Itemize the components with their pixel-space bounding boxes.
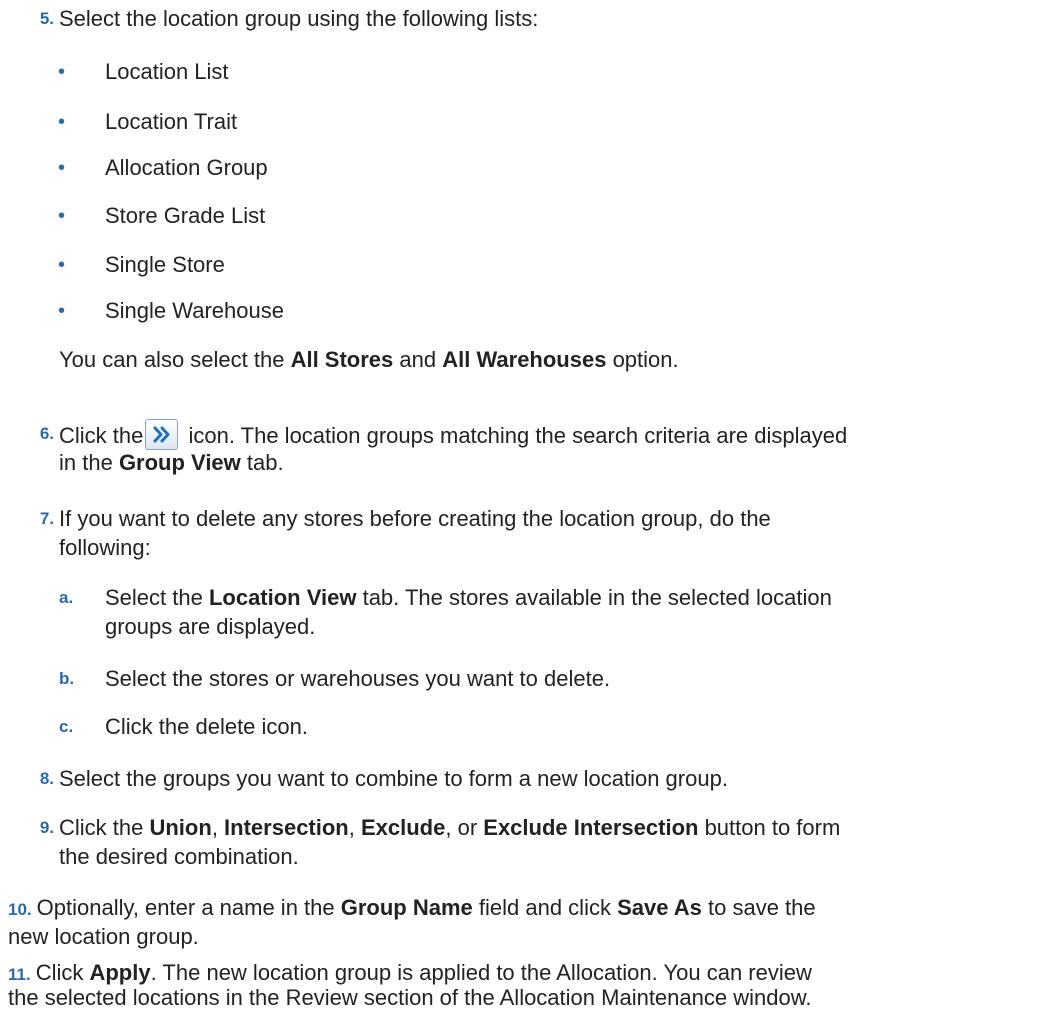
substep-a-pre: Select the [105,585,209,610]
step-10-post: to save the [701,895,816,920]
bullet-text: Location Trait [105,109,238,134]
step-text: following: [59,535,151,560]
step-text: the desired combination. [59,844,299,869]
step-number: 6. [39,424,54,443]
bullet-icon: • [58,61,66,83]
step-text: If you want to delete any stores before … [59,506,771,531]
substep-letter: c. [59,717,74,736]
bullet-icon: • [58,111,66,133]
document-body: 5. Select the location group using the f… [0,0,1039,1014]
apply-label: Apply [89,960,151,985]
exclude-label: Exclude [360,815,446,840]
bullet-icon: • [58,300,66,322]
step-11-pre: Click [35,960,90,985]
step-10-pre: Optionally, enter a name in the [36,895,341,920]
union-label: Union [149,815,212,840]
substep-text: Select the Location View tab. The stores… [105,583,1015,613]
substep-a-post: tab. The stores available in the selecte… [356,585,832,610]
bullet-text: Single Warehouse [105,298,284,323]
step-6-pre: Click the [59,423,144,448]
bullet-icon: • [58,157,66,179]
intersection-label: Intersection [224,815,349,840]
step-text: Click the icon. The location groups matc… [59,419,1019,451]
step-6-post: icon. The location groups matching the s… [182,423,848,448]
all-warehouses-label: All Warehouses [442,347,607,372]
location-view-label: Location View [208,585,357,610]
step-number: 10. [8,900,32,919]
double-chevron-right-icon [145,419,179,450]
step-9-sep: , [348,815,361,840]
group-name-label: Group Name [340,895,473,920]
step-text: the selected locations in the Review sec… [8,985,812,1010]
step-text: 10. Optionally, enter a name in the Group… [8,893,1008,925]
substep-text: Click the delete icon. [105,714,308,739]
bullet-text: Allocation Group [105,155,268,180]
substep-text: groups are displayed. [105,614,316,639]
bullet-icon: • [58,254,66,276]
step-6-line2-pre: in the [59,450,119,475]
step-9-sep: , [211,815,225,840]
note-mid: and [393,347,443,372]
step-10-mid: field and click [472,895,618,920]
step-text: Select the location group using the foll… [59,6,539,31]
step-number: 7. [39,509,54,528]
step-text: Click the Union, Intersection, Exclude, … [59,813,1019,843]
group-view-label: Group View [118,450,241,475]
exclude-intersection-label: Exclude Intersection [483,815,699,840]
save-as-label: Save As [617,895,702,920]
bullet-text: Location List [105,59,229,84]
substep-letter: b. [59,669,75,688]
step-text: new location group. [8,924,199,949]
substep-letter: a. [59,588,74,607]
note-text: You can also select the All Stores and A… [59,345,1019,375]
step-9-pre: Click the [59,815,150,840]
note-post: option. [606,347,679,372]
step-9-post: button to form [698,815,841,840]
substep-text: Select the stores or warehouses you want… [105,666,611,691]
step-text: Select the groups you want to combine to… [59,766,728,791]
note-pre: You can also select the [59,347,291,372]
bullet-text: Store Grade List [105,203,266,228]
step-number: 9. [39,818,54,837]
step-number: 8. [39,769,54,788]
step-11-post: . The new location group is applied to t… [150,960,812,985]
step-6-line2-post: tab. [240,450,284,475]
bullet-icon: • [58,205,66,227]
all-stores-label: All Stores [290,347,394,372]
step-text: in the Group View tab. [59,448,1019,478]
step-9-sep: , or [445,815,484,840]
step-number: 5. [39,9,54,28]
bullet-text: Single Store [105,252,225,277]
